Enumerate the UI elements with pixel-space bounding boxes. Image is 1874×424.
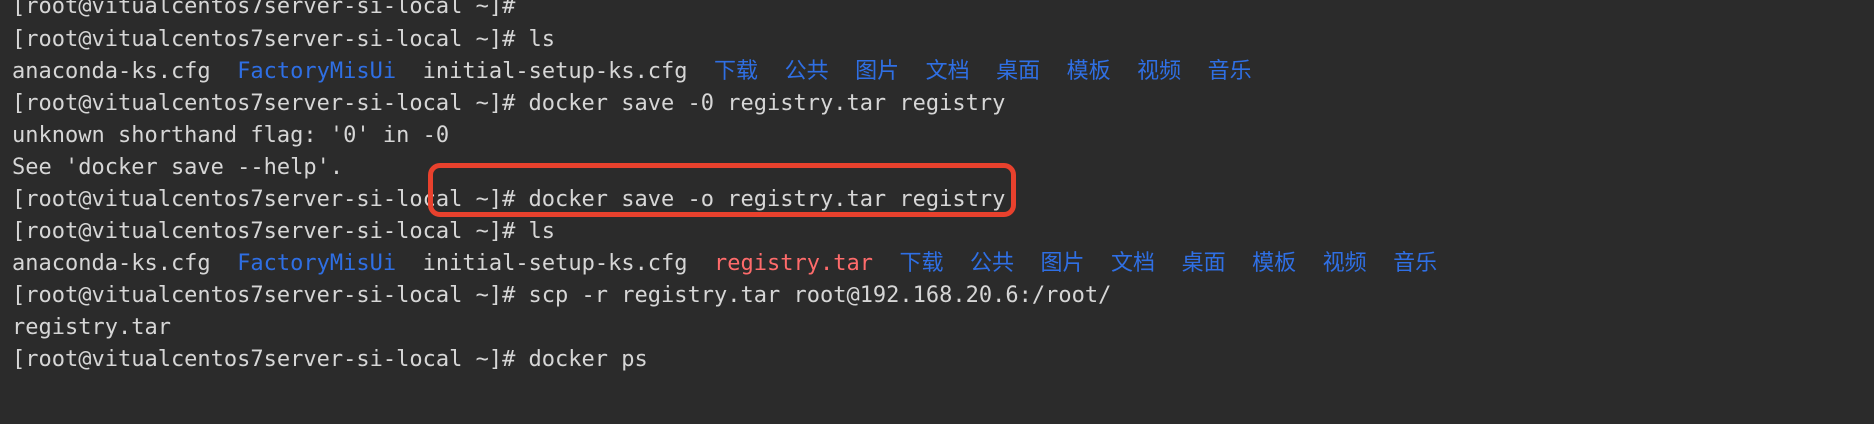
- file-entry: initial-setup-ks.cfg: [422, 59, 688, 84]
- terminal-line: [root@vitualcentos7server-si-local ~]# d…: [12, 88, 1005, 120]
- directory-entry: 模板: [1066, 59, 1111, 84]
- terminal-line: [root@vitualcentos7server-si-local ~]# l…: [12, 24, 555, 56]
- terminal-line: anaconda-ks.cfg FactoryMisUi initial-set…: [12, 248, 1437, 280]
- prompt-command: [root@vitualcentos7server-si-local ~]# s…: [12, 283, 1112, 308]
- directory-entry: FactoryMisUi: [237, 59, 397, 84]
- terminal-line: unknown shorthand flag: '0' in -0: [12, 120, 449, 152]
- output-text: unknown shorthand flag: '0' in -0: [12, 123, 450, 148]
- terminal-line: registry.tar: [12, 312, 171, 344]
- directory-entry: 公共: [784, 59, 829, 84]
- prompt-command: [root@vitualcentos7server-si-local ~]# l…: [12, 27, 556, 52]
- output-text: See 'docker save --help'.: [12, 155, 344, 180]
- directory-entry: 视频: [1322, 251, 1367, 276]
- terminal-line: [root@vitualcentos7server-si-local ~]# d…: [12, 184, 1005, 216]
- output-text: registry.tar: [12, 315, 171, 340]
- terminal-line: [root@vitualcentos7server-si-local ~]#: [12, 0, 515, 23]
- file-entry: anaconda-ks.cfg: [12, 59, 211, 84]
- terminal-line: [root@vitualcentos7server-si-local ~]# d…: [12, 344, 648, 376]
- directory-entry: 下载: [899, 251, 944, 276]
- directory-entry: 音乐: [1393, 251, 1438, 276]
- terminal-window[interactable]: [root@vitualcentos7server-si-local ~]# […: [0, 0, 1874, 424]
- directory-entry: 视频: [1137, 59, 1182, 84]
- directory-entry: 图片: [855, 59, 900, 84]
- prompt-command: [root@vitualcentos7server-si-local ~]# l…: [12, 219, 556, 244]
- prompt-command: [root@vitualcentos7server-si-local ~]# d…: [12, 347, 648, 372]
- terminal-line: [root@vitualcentos7server-si-local ~]# l…: [12, 216, 555, 248]
- prompt-command: [root@vitualcentos7server-si-local ~]#: [12, 0, 516, 19]
- archive-file-entry: registry.tar: [714, 251, 873, 276]
- prompt-command: [root@vitualcentos7server-si-local ~]# d…: [12, 91, 1006, 116]
- terminal-line: See 'docker save --help'.: [12, 152, 343, 184]
- terminal-line: anaconda-ks.cfg FactoryMisUi initial-set…: [12, 56, 1252, 88]
- directory-entry: 桌面: [996, 59, 1041, 84]
- directory-entry: 公共: [970, 251, 1015, 276]
- file-entry: initial-setup-ks.cfg: [422, 251, 688, 276]
- directory-entry: 桌面: [1181, 251, 1226, 276]
- directory-entry: 模板: [1252, 251, 1297, 276]
- directory-entry: FactoryMisUi: [237, 251, 397, 276]
- directory-entry: 文档: [1111, 251, 1156, 276]
- directory-entry: 音乐: [1207, 59, 1252, 84]
- directory-entry: 图片: [1040, 251, 1085, 276]
- directory-entry: 下载: [714, 59, 759, 84]
- file-entry: anaconda-ks.cfg: [12, 251, 211, 276]
- terminal-line: [root@vitualcentos7server-si-local ~]# s…: [12, 280, 1111, 312]
- directory-entry: 文档: [925, 59, 970, 84]
- prompt-command: [root@vitualcentos7server-si-local ~]# d…: [12, 187, 1006, 212]
